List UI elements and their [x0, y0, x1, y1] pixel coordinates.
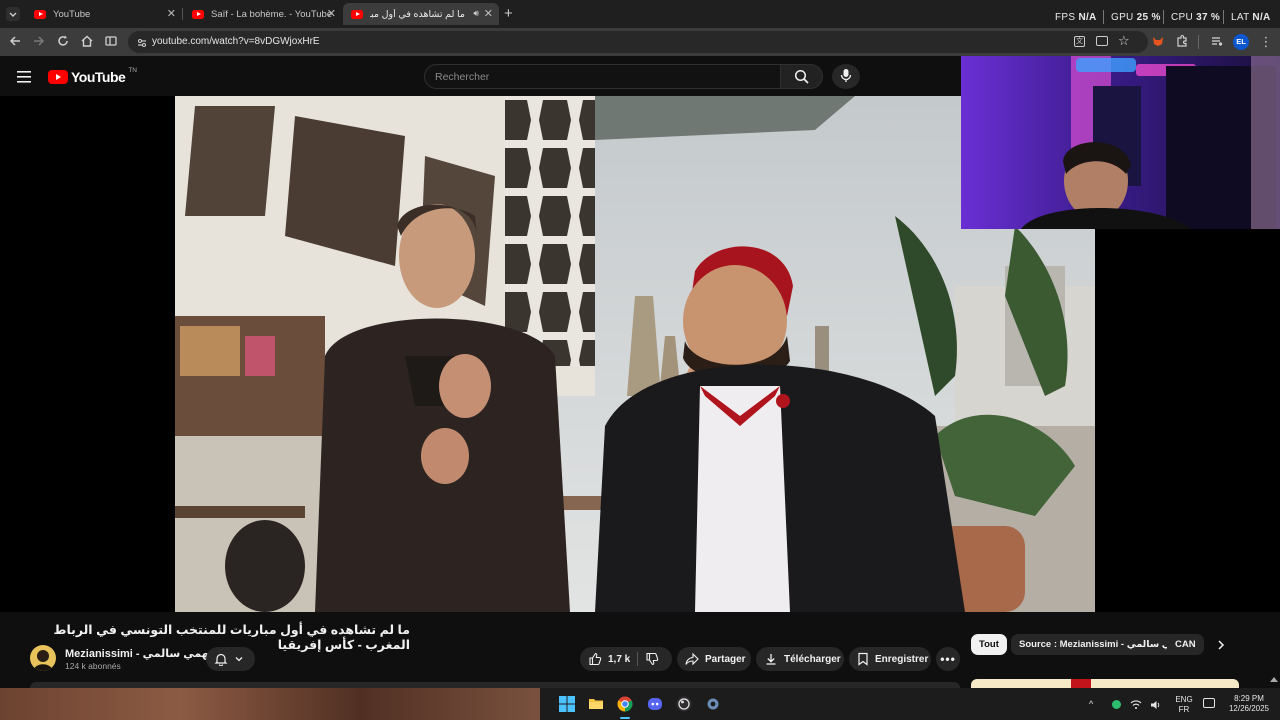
search-input[interactable]: Rechercher [424, 64, 781, 89]
tab-label: ما لم تشاهده في أول مباريات [370, 8, 465, 20]
logo-region-code: TN [128, 66, 137, 74]
channel-avatar[interactable] [30, 645, 56, 671]
search-icon [794, 69, 809, 84]
tray-overflow-icon[interactable]: ^ [1089, 699, 1093, 709]
lat-stat: LAT N/A [1231, 12, 1271, 23]
volume-icon[interactable] [1150, 698, 1162, 716]
thumbs-up-icon [589, 652, 602, 666]
subscriber-count: 124 k abonnés [65, 661, 121, 671]
reload-icon[interactable] [55, 34, 71, 50]
like-button[interactable]: 1,7 k [580, 652, 630, 666]
browser-tab-strip: YouTube ✕ Saïf - La bohème. - YouTube ✕ … [0, 0, 1280, 28]
sidebar-icon[interactable] [103, 34, 119, 50]
language-indicator[interactable]: ENG FR [1174, 695, 1194, 715]
settings-gear-icon[interactable] [705, 696, 721, 712]
tab-list-dropdown-icon[interactable] [6, 7, 20, 21]
browser-tab-saif[interactable]: Saïf - La bohème. - YouTube ✕ [184, 3, 342, 25]
new-tab-button[interactable]: + [504, 5, 513, 22]
windows-start-icon[interactable] [559, 696, 575, 712]
download-icon [766, 654, 776, 665]
notification-bell-button[interactable] [206, 647, 255, 671]
more-actions-button[interactable]: ••• [936, 647, 960, 671]
hamburger-menu-icon[interactable] [17, 70, 31, 83]
profile-avatar[interactable]: EL [1233, 34, 1249, 50]
tray-display-icon[interactable] [1203, 698, 1215, 708]
tab-label: Saïf - La bohème. - YouTube [211, 8, 333, 20]
tray-app-green-icon[interactable] [1112, 700, 1121, 709]
youtube-play-logo-icon [48, 70, 68, 84]
clock[interactable]: 8:29 PM 12/26/2025 [1224, 694, 1274, 714]
bell-icon [214, 653, 228, 666]
extensions-puzzle-icon[interactable] [1174, 34, 1190, 50]
youtube-favicon-icon [192, 9, 204, 19]
dislike-button[interactable] [645, 652, 659, 669]
speaker-icon[interactable]: 🔊︎ [473, 8, 479, 19]
site-info-icon[interactable] [136, 36, 148, 54]
home-icon[interactable] [79, 34, 95, 50]
webcam-image [961, 56, 1280, 229]
microphone-icon [840, 69, 852, 82]
youtube-favicon-icon [34, 9, 46, 19]
share-button[interactable]: Partager [677, 647, 751, 671]
address-bar[interactable]: youtube.com/watch?v=8vDGWjoxHrE 文 ☆ [128, 31, 1148, 53]
gpu-stat: GPU 25 % [1111, 12, 1161, 23]
browser-tab-youtube[interactable]: YouTube ✕ [26, 3, 182, 25]
windows-taskbar: ^ ENG FR 8:29 PM 12/26/2025 [0, 688, 1280, 720]
youtube-favicon-icon [351, 9, 363, 19]
like-count: 1,7 k [608, 653, 631, 665]
video-scene-image [175, 96, 1095, 612]
youtube-header: YouTube TN Rechercher [0, 56, 960, 96]
related-video-thumbnail[interactable] [971, 679, 1239, 688]
file-explorer-icon[interactable] [588, 696, 604, 712]
chip-all[interactable]: Tout [971, 634, 1007, 655]
bookmark-star-icon[interactable]: ☆ [1118, 33, 1130, 49]
chip-can[interactable]: CAN [1167, 634, 1204, 655]
install-app-icon[interactable] [1096, 36, 1108, 46]
obs-icon[interactable] [676, 696, 692, 712]
browser-menu-icon[interactable]: ⋮ [1258, 34, 1274, 50]
url-text: youtube.com/watch?v=8vDGWjoxHrE [152, 36, 320, 47]
browser-tab-active[interactable]: ما لم تشاهده في أول مباريات 🔊︎ ✕ [343, 3, 499, 25]
download-button[interactable]: Télécharger [756, 647, 844, 671]
translate-icon[interactable]: 文 [1074, 36, 1085, 47]
tab-close-icon[interactable]: ✕ [484, 7, 493, 20]
chevron-down-icon [235, 657, 243, 662]
video-frame[interactable] [175, 96, 1095, 612]
save-button[interactable]: Enregistrer [849, 647, 931, 671]
extension-fox-icon[interactable] [1150, 34, 1166, 50]
discord-icon[interactable] [647, 696, 663, 712]
share-icon [685, 652, 699, 666]
scrollbar-arrow-icon[interactable] [1270, 677, 1278, 682]
webcam-overlay [961, 56, 1280, 229]
more-horizontal-icon: ••• [940, 652, 956, 666]
forward-icon[interactable] [31, 34, 47, 50]
search-button[interactable] [781, 64, 823, 89]
tab-close-icon[interactable]: ✕ [327, 7, 336, 20]
media-controls-icon[interactable] [1209, 34, 1225, 50]
chrome-icon[interactable] [617, 696, 633, 712]
voice-search-button[interactable] [832, 64, 860, 89]
chips-next-arrow-icon[interactable] [1214, 638, 1228, 657]
cpu-stat: CPU 37 % [1171, 12, 1221, 23]
back-icon[interactable] [7, 34, 23, 50]
bookmark-icon [858, 652, 868, 666]
channel-name[interactable]: Mezianissimi - فهمي سالمي [65, 647, 230, 660]
browser-toolbar: youtube.com/watch?v=8vDGWjoxHrE 文 ☆ EL ⋮ [0, 28, 1280, 56]
desktop-wallpaper-strip [0, 688, 540, 720]
like-dislike-group: 1,7 k [580, 647, 672, 671]
thumbs-down-icon [646, 652, 659, 666]
youtube-logo[interactable]: YouTube TN [48, 66, 137, 85]
fps-stat: FPS N/A [1055, 12, 1097, 23]
tab-close-icon[interactable]: ✕ [167, 7, 176, 20]
network-icon[interactable] [1130, 698, 1142, 716]
youtube-logo-text: YouTube [71, 69, 126, 85]
tab-label: YouTube [53, 8, 91, 20]
